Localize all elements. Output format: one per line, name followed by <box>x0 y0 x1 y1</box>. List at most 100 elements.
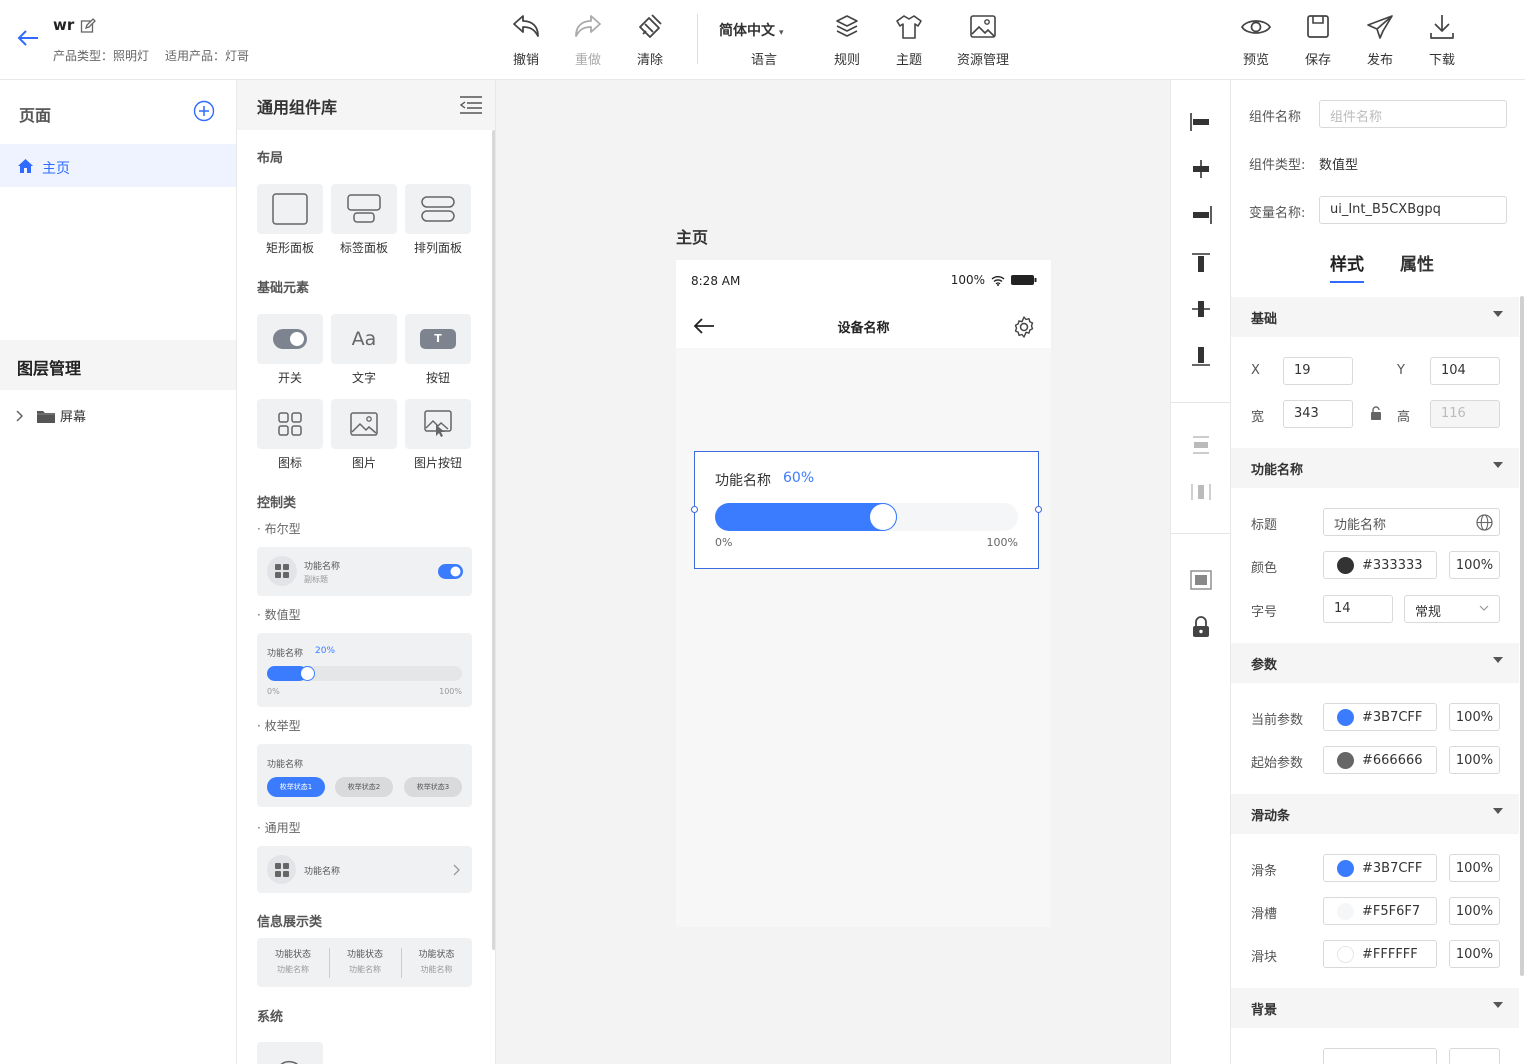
text-tile[interactable]: Aa 文字 <box>331 314 397 386</box>
bool-component-card[interactable]: 功能名称 副标题 <box>257 547 472 596</box>
language-button[interactable]: 语言 <box>734 12 794 68</box>
folder-icon <box>36 408 56 424</box>
redo-button[interactable]: 重做 <box>558 12 618 68</box>
enum-component-card[interactable]: 功能名称 枚举状态1 枚举状态2 枚举状态3 <box>257 744 472 807</box>
component-type-value: 数值型 <box>1319 158 1359 173</box>
save-button[interactable]: 保存 <box>1288 12 1348 68</box>
align-center-h-icon[interactable] <box>1189 159 1213 179</box>
component-name-input[interactable]: 组件名称 <box>1319 100 1507 128</box>
image-tile[interactable]: 图片 <box>331 399 397 471</box>
align-right-icon[interactable] <box>1189 205 1213 225</box>
width-input[interactable]: 343 <box>1283 400 1353 428</box>
collapse-icon[interactable] <box>459 94 483 116</box>
font-weight-select[interactable]: 常规 <box>1404 595 1500 623</box>
color-dot <box>1337 945 1354 963</box>
page-item-home[interactable]: 主页 <box>0 144 236 187</box>
param-group-header[interactable]: 参数 <box>1231 643 1519 683</box>
resize-handle-left[interactable] <box>691 506 698 513</box>
layers-icon <box>836 15 858 37</box>
slider-thumb[interactable] <box>870 504 896 530</box>
design-canvas[interactable]: 主页 8:28 AM 100% 设备名称 功能名称 60% 0% 100% <box>496 80 1170 1064</box>
slider-group-header[interactable]: 滑动条 <box>1231 794 1519 834</box>
title-input[interactable]: 功能名称 <box>1323 508 1500 536</box>
bar-alpha[interactable]: 100% <box>1449 854 1500 882</box>
current-param-alpha[interactable]: 100% <box>1449 703 1500 731</box>
button-tile[interactable]: T 按钮 <box>405 314 471 386</box>
basic-group-header[interactable]: 基础 <box>1231 297 1519 337</box>
preview-button[interactable]: 预览 <box>1226 12 1286 68</box>
icon-tile[interactable]: 图标 <box>257 399 323 471</box>
generic-component-card[interactable]: 功能名称 <box>257 846 472 893</box>
list-panel-tile[interactable]: 排列面板 <box>405 184 471 256</box>
canvas-page-title: 主页 <box>676 228 709 247</box>
background-group-header[interactable]: 背景 <box>1231 988 1519 1028</box>
theme-button[interactable]: 主题 <box>879 12 939 68</box>
background-alpha[interactable] <box>1449 1048 1500 1064</box>
tab-attributes[interactable]: 属性 <box>1400 250 1434 283</box>
system-tile[interactable] <box>257 1042 323 1064</box>
x-input[interactable]: 19 <box>1283 357 1353 385</box>
edit-icon[interactable] <box>80 18 96 34</box>
tab-panel-tile[interactable]: 标签面板 <box>331 184 397 256</box>
publish-button[interactable]: 发布 <box>1350 12 1410 68</box>
current-param-color-picker[interactable]: #3B7CFF <box>1323 703 1437 731</box>
y-input[interactable]: 104 <box>1430 357 1500 385</box>
chevron-right-icon[interactable] <box>14 409 26 423</box>
knob-color-picker[interactable]: #FFFFFF <box>1323 940 1437 968</box>
start-param-color-picker[interactable]: #666666 <box>1323 746 1437 774</box>
undo-button[interactable]: 撤销 <box>496 12 556 68</box>
align-bottom-icon[interactable] <box>1189 345 1213 367</box>
globe-icon[interactable] <box>1476 514 1493 531</box>
slider-track[interactable] <box>715 503 1018 531</box>
chevron-right-icon <box>453 864 460 876</box>
background-color-picker[interactable] <box>1323 1048 1437 1064</box>
layer-item-screen[interactable]: 屏幕 <box>14 406 86 425</box>
resize-handle-right[interactable] <box>1035 506 1042 513</box>
tile-label: 文字 <box>351 371 376 385</box>
variable-name-input[interactable]: ui_Int_B5CXBgpq <box>1319 196 1507 224</box>
tab-style[interactable]: 样式 <box>1330 250 1364 283</box>
switch-tile[interactable]: 开关 <box>257 314 323 386</box>
tile-label: 图标 <box>277 456 302 470</box>
unlock-icon[interactable] <box>1370 406 1382 420</box>
align-top-icon[interactable] <box>1189 252 1213 274</box>
slider-min-label: 0% <box>715 536 733 549</box>
layout-section-title: 布局 <box>257 151 284 166</box>
assets-button[interactable]: 资源管理 <box>953 12 1013 68</box>
download-button[interactable]: 下载 <box>1412 12 1472 68</box>
selected-slider-component[interactable]: 功能名称 60% 0% 100% <box>691 451 1042 569</box>
info-component-card[interactable]: 功能状态 功能名称 功能状态 功能名称 功能状态 功能名称 <box>257 938 472 987</box>
chevron-down-icon <box>1479 605 1489 611</box>
tile-label: 排列面板 <box>413 241 462 255</box>
props-scrollbar[interactable] <box>1520 296 1524 976</box>
caret-down-icon <box>1493 808 1503 814</box>
distribute-h-icon[interactable] <box>1189 482 1213 502</box>
image-button-tile[interactable]: 图片按钮 <box>405 399 471 471</box>
plus-circle-icon[interactable] <box>193 100 215 122</box>
rules-button[interactable]: 规则 <box>817 12 877 68</box>
align-center-v-icon[interactable] <box>1189 298 1213 320</box>
groove-alpha[interactable]: 100% <box>1449 897 1500 925</box>
back-arrow-icon[interactable] <box>16 28 40 48</box>
rect-panel-tile[interactable]: 矩形面板 <box>257 184 323 256</box>
clear-button[interactable]: 清除 <box>620 12 680 68</box>
lock-icon[interactable] <box>1189 615 1213 639</box>
groove-color-picker[interactable]: #F5F6F7 <box>1323 897 1437 925</box>
distribute-v-icon[interactable] <box>1189 435 1213 455</box>
color-alpha-input[interactable]: 100% <box>1449 551 1500 579</box>
generic-subtitle: · 通用型 <box>257 821 301 835</box>
knob-alpha[interactable]: 100% <box>1449 940 1500 968</box>
bar-color-picker[interactable]: #3B7CFF <box>1323 854 1437 882</box>
gear-icon[interactable] <box>1012 315 1036 339</box>
function-group-header[interactable]: 功能名称 <box>1231 448 1519 488</box>
align-left-icon[interactable] <box>1189 112 1213 132</box>
color-picker[interactable]: #333333 <box>1323 551 1437 579</box>
numeric-component-card[interactable]: 功能名称 20% 0% 100% <box>257 633 472 707</box>
start-param-alpha[interactable]: 100% <box>1449 746 1500 774</box>
groove-color: #F5F6F7 <box>1362 903 1421 919</box>
font-size-input[interactable]: 14 <box>1323 595 1393 623</box>
title-input-value: 功能名称 <box>1334 518 1387 533</box>
fit-screen-icon[interactable] <box>1189 569 1213 591</box>
height-input[interactable]: 116 <box>1430 400 1500 428</box>
enum-option: 枚举状态3 <box>404 777 462 797</box>
